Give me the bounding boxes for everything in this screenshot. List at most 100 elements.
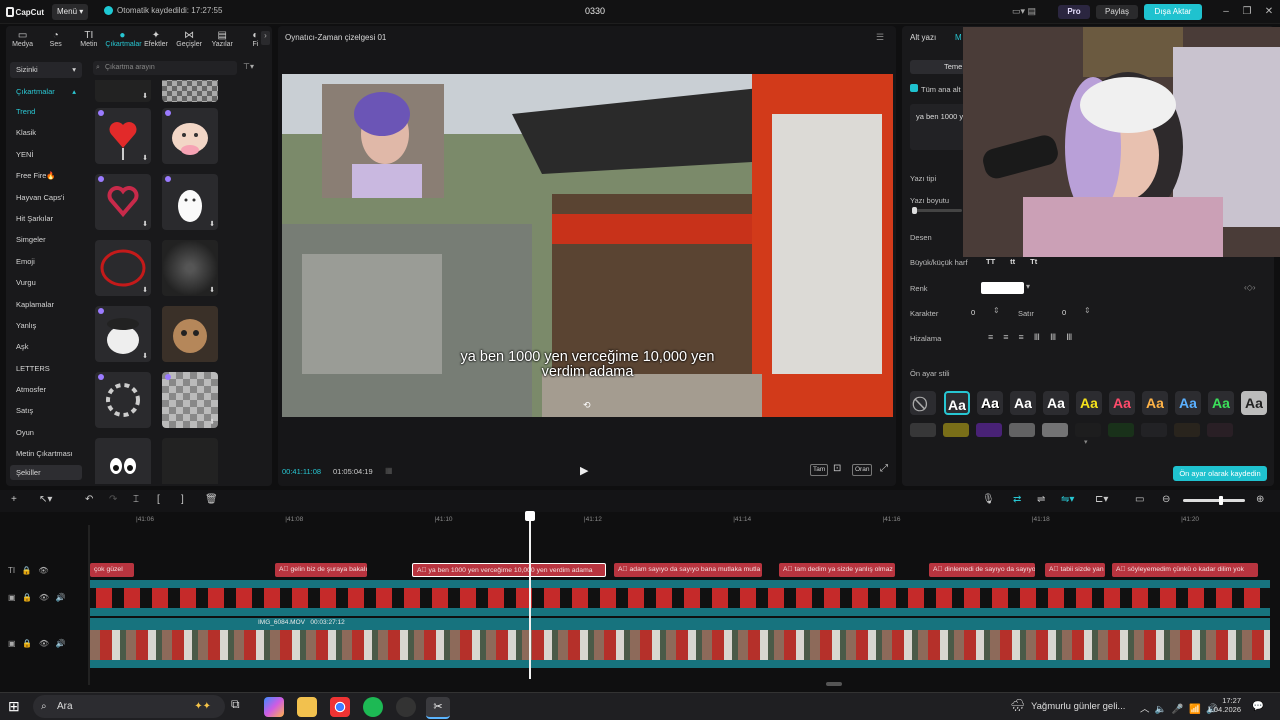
stepper-icon[interactable]: ⇕ [993, 306, 1000, 315]
download-icon[interactable]: ⬇ [142, 92, 148, 100]
caption-sync-icon[interactable]: ▭ [1135, 494, 1144, 505]
preview-axis-icon[interactable]: ⇋▾ [1061, 494, 1074, 505]
weather-text[interactable]: Yağmurlu günler geli... [1031, 701, 1125, 712]
preset-style[interactable]: Aa [1208, 391, 1234, 415]
tab-basic[interactable]: Teme [910, 60, 970, 74]
caption-clip[interactable]: A⃞ gelin biz de şuraya bakalı [275, 563, 367, 577]
sidebar-item[interactable]: Vurgu [10, 272, 82, 293]
obs-icon[interactable] [396, 697, 416, 717]
text-track-controls[interactable]: TI 🔒 👁 [8, 566, 49, 575]
select-tool-icon[interactable]: ↖▾ [39, 494, 52, 505]
export-button[interactable]: Dışa Aktar [1144, 4, 1202, 20]
preset-style[interactable]: Aa [1142, 391, 1168, 415]
zoom-slider[interactable] [1183, 496, 1245, 505]
crop-icon[interactable]: ⊡ [833, 463, 841, 474]
apply-all-checkbox[interactable]: Tüm ana alt [910, 84, 961, 94]
subtitle-overlay[interactable]: ya ben 1000 yen verceğime 10,000 yen verd… [282, 350, 893, 380]
preset-style[interactable]: Aa [977, 391, 1003, 415]
case-option-button[interactable]: Tt [1030, 257, 1037, 266]
ratio-button[interactable]: Oran [852, 464, 873, 476]
sidebar-item[interactable]: Şekiller [10, 464, 82, 480]
link-icon[interactable]: ⇌ [1037, 494, 1045, 505]
sticker-item[interactable]: ⬇ [95, 108, 151, 164]
delete-icon[interactable]: 🗑 [205, 494, 218, 505]
caption-clip[interactable]: A⃞ dinlemedi de sayıyo da sayıyo [929, 563, 1035, 577]
sticker-item[interactable]: ⬇ [95, 174, 151, 230]
tab-audio[interactable]: ◔ Ses [39, 28, 72, 52]
sticker-item[interactable]: ⬇ [95, 306, 151, 362]
size-slider[interactable] [912, 207, 962, 214]
stickers-section[interactable]: Çıkartmalar ▴ [10, 83, 82, 101]
preset-style[interactable]: Aa [944, 391, 970, 415]
case-option-button[interactable]: tt [1010, 257, 1015, 266]
download-icon[interactable]: ⬇ [142, 220, 148, 228]
stepper-icon[interactable]: ⇕ [1084, 306, 1091, 315]
minimize-icon[interactable]: – [1219, 5, 1233, 19]
snap-icon[interactable]: ⊏▾ [1095, 494, 1108, 505]
download-icon[interactable]: ⬇ [209, 220, 215, 228]
spotify-icon[interactable] [363, 697, 383, 717]
main-track-controls[interactable]: ▣ 🔒 👁 🔊 [8, 639, 66, 648]
sidebar-item[interactable]: Atmosfer [10, 379, 82, 400]
download-icon[interactable]: ⬇ [209, 418, 215, 426]
sidebar-item[interactable]: LETTERS [10, 358, 82, 379]
zoom-in-icon[interactable]: ⊕ [1256, 494, 1264, 505]
sidebar-item[interactable]: Free Fire🔥 [10, 165, 82, 186]
sticker-item[interactable] [162, 108, 218, 164]
file-explorer-icon[interactable] [297, 697, 317, 717]
sticker-search-input[interactable]: ⌕ Çıkartma arayın [93, 61, 237, 75]
case-option-button[interactable]: TT [986, 257, 995, 266]
main-video-clip[interactable]: IMG_6084.MOV 00:03:27:12 [90, 618, 1270, 668]
magnet-icon[interactable]: ⇄ [1013, 494, 1021, 505]
sticker-item[interactable] [95, 372, 151, 428]
source-dropdown[interactable]: Sizinki ▾ [10, 62, 82, 78]
chrome-icon[interactable] [330, 697, 350, 717]
notification-icon[interactable]: 💬 [1252, 701, 1264, 712]
clock[interactable]: 17:27 1.04.2026 [1207, 696, 1241, 714]
rotate-icon[interactable]: ⟲ [583, 400, 591, 411]
preset-none-icon[interactable]: ⃠ [910, 391, 936, 415]
tab-transitions[interactable]: ⋈ Geçişler [173, 28, 206, 52]
line-spacing-input[interactable]: 0 [1062, 308, 1066, 317]
undo-icon[interactable]: ↶ [85, 494, 93, 505]
tab-text[interactable]: TI Metin [72, 28, 105, 52]
preset-row-2[interactable] [910, 423, 1268, 437]
sticker-item[interactable] [162, 438, 218, 484]
overlay-track-controls[interactable]: ▣ 🔒 👁 🔊 [8, 593, 66, 602]
taskbar-search[interactable]: ⌕ Ara ✦✦ [33, 695, 225, 718]
sticker-item[interactable]: ⬇ [95, 80, 151, 102]
task-view-icon[interactable]: ⧉ [231, 697, 251, 717]
pro-button[interactable]: Pro [1058, 5, 1090, 19]
tab-media[interactable]: ▭ Medya [6, 28, 39, 52]
sticker-item[interactable]: ⬇ [162, 372, 218, 428]
sidebar-item[interactable]: Aşk [10, 336, 82, 357]
tab-sticker[interactable]: ● Çıkartmalar [105, 28, 141, 52]
sidebar-item[interactable]: Satış [10, 400, 82, 421]
play-icon[interactable]: ▶ [580, 464, 588, 477]
layout-icon[interactable]: ▭▾ ▤ [1012, 6, 1036, 17]
sidebar-item[interactable]: Klasik [10, 122, 82, 143]
split-right-icon[interactable]: ] [181, 494, 184, 505]
split-icon[interactable]: ⌶ [133, 494, 139, 505]
sticker-item[interactable] [162, 80, 218, 102]
redo-icon[interactable]: ↷ [109, 494, 117, 505]
full-quality-button[interactable]: Tam [810, 464, 829, 476]
maximize-icon[interactable]: ❐ [1240, 5, 1254, 19]
add-icon[interactable]: + [11, 494, 17, 505]
windows-start-icon[interactable]: ⊞ [8, 698, 20, 715]
tabs-scroll-right[interactable]: › [261, 31, 270, 45]
grid-icon[interactable]: ▦ [385, 466, 393, 475]
preset-style[interactable]: Aa [1043, 391, 1069, 415]
color-swatch[interactable] [981, 282, 1024, 294]
save-preset-button[interactable]: Ön ayar olarak kaydedin [1173, 466, 1267, 481]
preset-style[interactable]: Aa [1010, 391, 1036, 415]
filter-icon[interactable]: ⊤▾ [243, 62, 254, 71]
sidebar-item[interactable]: Oyun [10, 422, 82, 443]
tab-captions[interactable]: ▤ Yazılar [206, 28, 239, 52]
sticker-item[interactable]: ⬇ [95, 240, 151, 296]
preset-style[interactable]: Aa [1175, 391, 1201, 415]
sidebar-item[interactable]: Emoji [10, 251, 82, 272]
preset-style[interactable]: Aa [1109, 391, 1135, 415]
playhead[interactable] [529, 511, 531, 679]
sticker-item[interactable] [162, 306, 218, 362]
